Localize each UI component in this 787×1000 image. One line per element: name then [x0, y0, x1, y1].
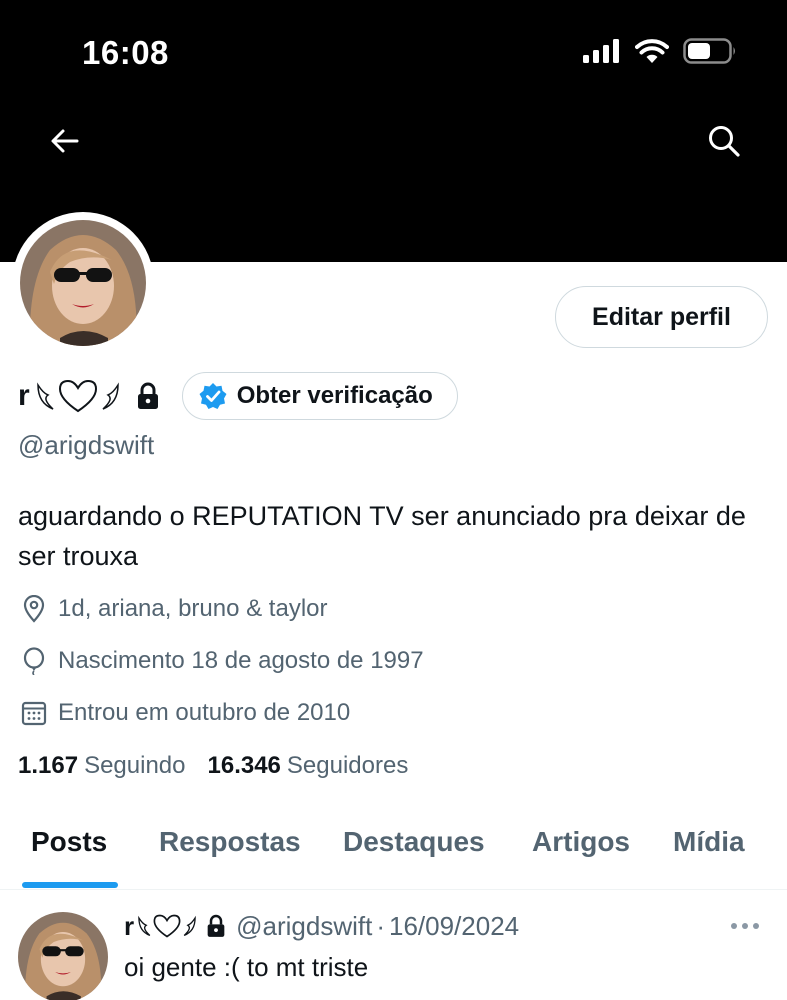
tab-replies[interactable]: Respostas	[159, 826, 301, 858]
post-avatar[interactable]	[18, 912, 108, 1000]
post-author-handle[interactable]: @arigdswift	[236, 911, 372, 942]
post-author-name[interactable]: r	[124, 911, 134, 942]
more-horizontal-icon	[731, 923, 759, 929]
location-pin-icon	[20, 595, 48, 623]
heart-icon	[153, 914, 181, 938]
status-bar: 16:08	[0, 0, 787, 100]
profile-handle: @arigdswift	[18, 430, 155, 460]
post-more-button[interactable]	[725, 914, 765, 938]
wing-right-icon	[183, 915, 196, 937]
birth-text: Nascimento 18 de agosto de 1997	[58, 647, 424, 674]
battery-icon	[683, 38, 735, 64]
post-date[interactable]: 16/09/2024	[389, 911, 519, 942]
verified-badge-icon	[199, 383, 227, 409]
follow-stats: 1.167 Seguindo 16.346 Seguidores	[18, 752, 430, 780]
wifi-icon	[635, 39, 669, 63]
arrow-left-icon	[51, 129, 79, 153]
location-row: 1d, ariana, bruno & taylor	[20, 592, 328, 626]
following-label[interactable]: Seguindo	[84, 752, 185, 780]
wing-left-icon	[36, 382, 54, 410]
followers-count[interactable]: 16.346	[208, 752, 281, 780]
active-tab-indicator	[22, 882, 118, 888]
birth-row: Nascimento 18 de agosto de 1997	[20, 644, 424, 678]
status-time: 16:08	[82, 34, 169, 71]
display-name: r	[18, 379, 30, 412]
post-item[interactable]: r @arigdswift · 16/09/2024	[0, 892, 787, 1000]
balloon-icon	[20, 647, 48, 675]
search-button[interactable]	[701, 118, 747, 164]
back-button[interactable]	[42, 118, 88, 164]
wing-left-icon	[138, 915, 151, 937]
heart-icon	[58, 379, 97, 413]
status-icons	[583, 38, 737, 64]
tab-media[interactable]: Mídia	[673, 826, 745, 858]
lock-icon	[136, 382, 160, 410]
tab-articles[interactable]: Artigos	[532, 826, 630, 858]
followers-label[interactable]: Seguidores	[287, 752, 408, 780]
profile-avatar-frame	[12, 212, 154, 354]
post-separator: ·	[376, 910, 386, 941]
edit-profile-button[interactable]: Editar perfil	[555, 286, 768, 348]
name-row: r Obter verificação	[18, 372, 458, 420]
top-nav	[0, 110, 787, 170]
get-verified-label: Obter verificação	[236, 382, 433, 409]
joined-row: Entrou em outubro de 2010	[20, 696, 350, 730]
search-icon	[709, 126, 740, 157]
post-name-decoration	[136, 913, 198, 939]
signal-icon	[583, 39, 619, 63]
get-verified-button[interactable]: Obter verificação	[181, 372, 458, 420]
tab-highlights[interactable]: Destaques	[343, 826, 485, 858]
profile-tabs: Posts Respostas Destaques Artigos Mídia	[0, 816, 787, 890]
joined-text: Entrou em outubro de 2010	[58, 699, 351, 726]
profile-bio: aguardando o REPUTATION TV ser anunciado…	[18, 501, 746, 571]
tab-posts[interactable]: Posts	[31, 826, 107, 858]
post-text: oi gente :( to mt triste	[124, 952, 369, 982]
wing-right-icon	[102, 382, 119, 410]
location-text: 1d, ariana, bruno & taylor	[58, 595, 328, 622]
profile-avatar[interactable]	[20, 220, 146, 346]
name-decoration	[34, 378, 122, 414]
lock-icon	[206, 914, 226, 938]
following-count[interactable]: 1.167	[18, 752, 78, 780]
post-header: r @arigdswift · 16/09/2024	[124, 908, 519, 944]
calendar-icon	[20, 699, 48, 727]
